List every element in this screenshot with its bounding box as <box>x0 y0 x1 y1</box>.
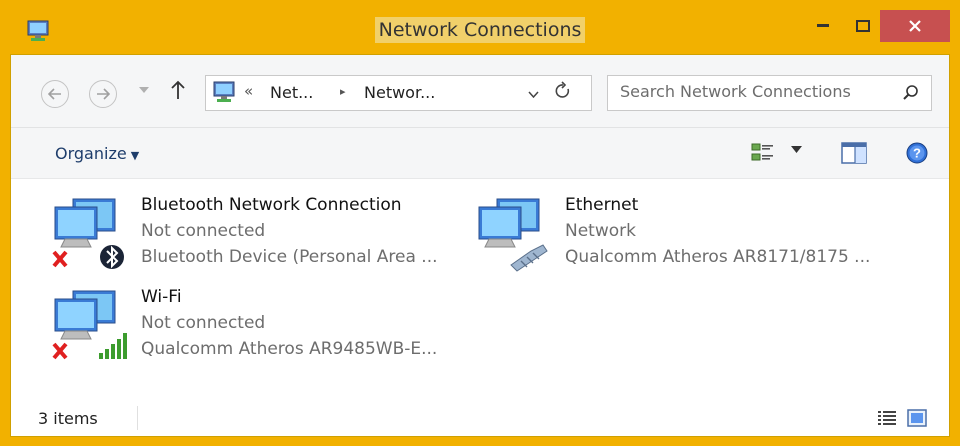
disconnected-x-icon <box>52 250 68 268</box>
chevron-down-icon <box>139 87 149 93</box>
connection-name: Ethernet <box>565 195 639 215</box>
connection-device: Bluetooth Device (Personal Area ... <box>141 247 438 267</box>
network-adapter-icon <box>52 198 124 269</box>
up-arrow-icon <box>171 80 185 99</box>
address-overflow[interactable]: « <box>244 82 253 100</box>
explorer-window: Network Connections « Net... ▸ Networ...… <box>0 0 960 446</box>
network-folder-icon <box>213 81 235 102</box>
connection-item-wifi[interactable]: Wi-Fi Not connected Qualcomm Atheros AR9… <box>51 287 451 367</box>
refresh-button[interactable] <box>554 81 572 106</box>
bluetooth-icon <box>100 245 124 269</box>
connection-status: Network <box>565 221 636 241</box>
recent-locations-dropdown[interactable] <box>139 85 149 96</box>
organize-label: Organize <box>55 144 127 163</box>
close-button[interactable] <box>880 10 950 42</box>
connection-item-ethernet[interactable]: Ethernet Network Qualcomm Atheros AR8171… <box>475 195 915 275</box>
disconnected-x-icon <box>52 342 68 360</box>
maximize-icon <box>856 20 870 32</box>
connection-status: Not connected <box>141 313 266 333</box>
status-bar: 3 items <box>11 400 949 436</box>
connection-device: Qualcomm Atheros AR8171/8175 ... <box>565 247 871 267</box>
change-view-icon[interactable] <box>751 142 775 164</box>
svg-text:?: ? <box>913 146 921 161</box>
minimize-button[interactable] <box>800 10 846 42</box>
refresh-icon <box>555 81 570 98</box>
address-history-dropdown[interactable] <box>528 88 539 101</box>
chevron-down-icon: ▼ <box>130 149 140 162</box>
forward-arrow-icon <box>97 88 110 100</box>
preview-pane-icon[interactable] <box>841 142 867 164</box>
search-input[interactable] <box>620 82 890 101</box>
large-icons-view-icon[interactable] <box>907 409 927 427</box>
connection-name: Wi-Fi <box>141 287 182 307</box>
navigation-bar: « Net... ▸ Networ... <box>11 55 949 128</box>
ethernet-cable-icon <box>510 244 548 272</box>
wifi-signal-icon <box>99 333 127 359</box>
breadcrumb-separator[interactable]: ▸ <box>340 85 346 98</box>
forward-button[interactable] <box>89 80 117 108</box>
explorer-content: « Net... ▸ Networ... Search Network Conn… <box>10 54 950 437</box>
connection-device: Qualcomm Atheros AR9485WB-E... <box>141 339 438 359</box>
breadcrumb-network-connections[interactable]: Networ... <box>364 83 435 102</box>
minimize-icon <box>817 24 829 27</box>
address-bar[interactable]: « Net... ▸ Networ... <box>205 75 592 111</box>
connection-item-bluetooth[interactable]: Bluetooth Network Connection Not connect… <box>51 195 451 275</box>
item-count: 3 items <box>38 409 98 428</box>
up-button[interactable] <box>171 80 185 106</box>
search-box[interactable] <box>607 75 932 111</box>
connection-status: Not connected <box>141 221 266 241</box>
view-options-dropdown[interactable] <box>791 146 802 153</box>
breadcrumb-network[interactable]: Net... <box>270 83 313 102</box>
network-adapter-icon <box>478 198 548 272</box>
help-icon[interactable]: ? <box>906 142 928 164</box>
status-divider <box>137 406 138 430</box>
organize-menu-button[interactable]: Organize ▼ <box>55 144 139 163</box>
close-icon <box>909 20 921 32</box>
details-view-icon[interactable] <box>877 410 897 426</box>
maximize-button[interactable] <box>846 10 880 42</box>
network-adapter-icon <box>52 290 127 360</box>
chevron-down-icon <box>528 91 539 99</box>
search-icon[interactable] <box>902 84 920 102</box>
connection-name: Bluetooth Network Connection <box>141 195 402 215</box>
command-bar: Organize ▼ ? <box>11 128 949 179</box>
back-button[interactable] <box>41 80 69 108</box>
back-arrow-icon <box>48 88 61 100</box>
